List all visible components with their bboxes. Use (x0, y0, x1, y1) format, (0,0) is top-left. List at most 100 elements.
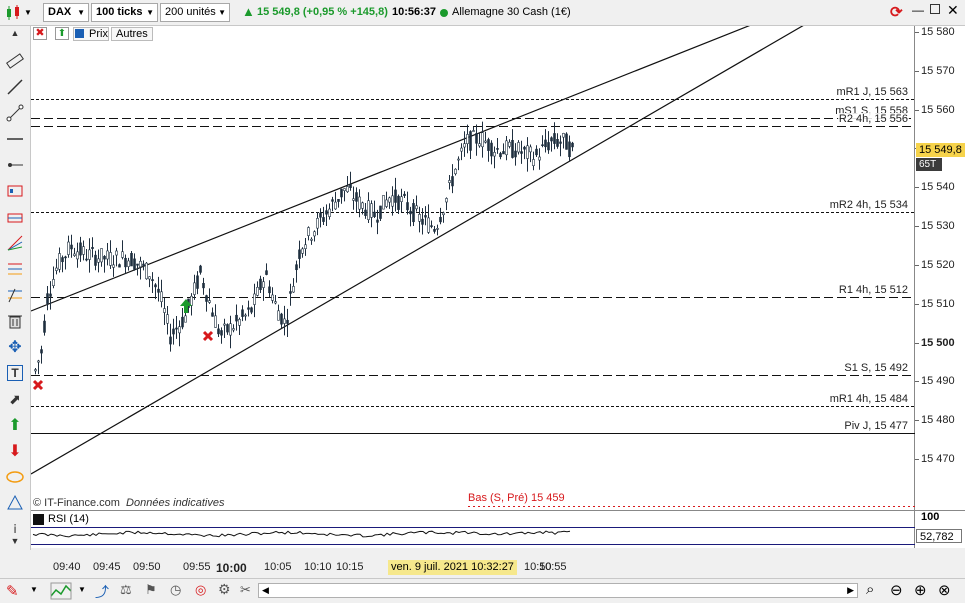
zoom-in-icon[interactable]: ⊕ (914, 581, 927, 599)
chevron-down-icon[interactable]: ▼ (78, 585, 86, 594)
close-icon[interactable]: ✕ (947, 2, 959, 19)
price-tick: 15 470 (915, 453, 955, 466)
triangle-tool-icon[interactable] (4, 492, 26, 514)
settings-icon[interactable]: ⚙ (218, 581, 231, 598)
rsi-value-tag: 52,782 (916, 529, 962, 543)
price-tick: 15 500 (915, 336, 955, 349)
rsi-line (32, 530, 571, 538)
candlestick-type-icon[interactable] (4, 4, 22, 22)
rectangle-tool-icon[interactable] (4, 206, 26, 228)
level-labels: mR1 J, 15 563 mS1 S, 15 558 R2 4h, 15 556 m… (31, 26, 915, 510)
minimize-icon[interactable]: — (912, 3, 924, 17)
time-tick: 09:45 (93, 561, 121, 573)
buy-arrow-icon[interactable]: ⬆ (4, 414, 26, 436)
price-axis[interactable]: 15 58015 57015 56015 55015 54015 53015 5… (915, 26, 965, 510)
scroll-left-icon[interactable]: ◀ (262, 585, 269, 596)
price-tick: 15 480 (915, 414, 955, 427)
ruler-icon[interactable] (4, 50, 26, 72)
wrench-icon[interactable]: ✂ (240, 582, 251, 598)
horizontal-scrollbar[interactable]: ◀ ▶ (258, 583, 858, 598)
chevron-down-icon: ▼ (218, 8, 226, 17)
time-tick: 09:55 (183, 561, 211, 573)
scroll-right-icon[interactable]: ▶ (847, 585, 854, 596)
up-arrow-icon: ▲ (242, 4, 255, 19)
zoom-reset-icon[interactable]: ⊗ (938, 581, 951, 599)
zoom-fit-icon[interactable]: ⌕ (866, 581, 874, 598)
line-tool-icon[interactable] (4, 76, 26, 98)
sell-arrow-icon[interactable]: ⬇ (4, 440, 26, 462)
rsi-top-value: 100 (921, 511, 940, 523)
time-tick: 09:50 (133, 561, 161, 573)
rsi-panel[interactable]: RSI (14) (31, 510, 915, 548)
price-tick: 15 490 (915, 375, 955, 388)
fibonacci-extension-icon[interactable] (4, 284, 26, 306)
units-select[interactable]: 200 unités ▼ (160, 3, 230, 22)
instrument-name: Allemagne 30 Cash (1€) (452, 6, 571, 18)
symbol-value: DAX (48, 6, 72, 18)
price-tick: 15 540 (915, 181, 955, 194)
clock-icon[interactable]: ◷ (170, 582, 181, 598)
ticks-select[interactable]: 100 ticks ▼ (91, 3, 158, 22)
chevron-down-icon[interactable]: ▼ (30, 585, 38, 594)
share-icon[interactable]: ⤴ (95, 582, 109, 602)
level-label: mR1 4h, 15 484 (828, 392, 909, 405)
chevron-down-icon: ▼ (77, 8, 85, 17)
status-dot-icon (440, 9, 448, 17)
chevron-up-icon[interactable]: ▲ (4, 26, 26, 40)
disclaimer-text: Données indicatives (126, 497, 225, 509)
copyright-text: © IT-Finance.com (33, 497, 120, 509)
segment-tool-icon[interactable] (4, 102, 26, 124)
refresh-icon[interactable]: ⟳ (890, 3, 903, 21)
ticks-value: 100 ticks (96, 6, 143, 18)
pencil-icon[interactable]: ✎ (6, 582, 19, 600)
price-tick: 15 520 (915, 258, 955, 271)
alert-icon[interactable]: ⚑ (145, 582, 157, 598)
indicator-chart-icon[interactable] (50, 582, 72, 603)
trash-icon[interactable] (4, 310, 26, 332)
arrow-tool-icon[interactable]: ⬈ (4, 388, 26, 410)
current-price-tag: 15 549,8 (916, 143, 965, 158)
compare-icon[interactable]: ⚖ (120, 582, 132, 598)
horizontal-ray-icon[interactable] (4, 154, 26, 176)
bar-countdown: 65T (916, 158, 942, 172)
chevron-down-icon[interactable]: ▼ (4, 534, 26, 548)
ellipse-tool-icon[interactable] (4, 466, 26, 488)
price-tick: 15 510 (915, 297, 955, 310)
cursor-time-tag: ven. 9 juil. 2021 10:32:27 (388, 560, 517, 575)
price-tick: 15 560 (915, 103, 955, 116)
zoom-out-icon[interactable]: ⊖ (890, 581, 903, 599)
copyright: © IT-Finance.com Données indicatives (33, 497, 224, 509)
level-label: Piv J, 15 477 (843, 419, 909, 432)
time-tick: 10:00 (216, 561, 247, 575)
time-tick: 10:10 (304, 561, 332, 573)
bottom-toolbar: ✎ ▼ ▼ ⤴ ⚖ ⚑ ◷ ◎ ⚙ ✂ ◀ ▶ ⌕ ⊖ ⊕ ⊗ (0, 578, 965, 602)
time-tick: 10:15 (336, 561, 364, 573)
target-icon[interactable]: ◎ (195, 582, 206, 598)
price-chart[interactable]: ✖ ⬆ Prix Autres mR1 J, 15 563 mS1 S, 15 5… (31, 26, 915, 510)
quote-change: 15 549,8 (+0,95 % +145,8) (257, 6, 388, 18)
units-value: 200 unités (165, 6, 216, 18)
fibonacci-retracement-icon[interactable] (4, 258, 26, 280)
chevron-down-icon: ▼ (146, 8, 154, 17)
time-tick: 09:40 (53, 561, 81, 573)
level-label: R1 4h, 15 512 (837, 283, 909, 296)
rsi-axis: 100 52,782 (915, 510, 965, 548)
move-icon[interactable]: ✥ (4, 336, 26, 358)
level-label: mR2 4h, 15 534 (828, 198, 909, 211)
symbol-select[interactable]: DAX ▼ (43, 3, 89, 22)
price-tick: 15 530 (915, 220, 955, 233)
price-tick: 15 580 (915, 26, 955, 38)
horizontal-line-icon[interactable] (4, 128, 26, 150)
channel-tool-icon[interactable] (4, 180, 26, 202)
level-label: mR1 J, 15 563 (835, 85, 909, 98)
level-label: S1 S, 15 492 (843, 361, 909, 374)
top-toolbar: ▼ DAX ▼ 100 ticks ▼ 200 unités ▼ ▲ 15 54… (0, 0, 965, 26)
fibonacci-fan-icon[interactable] (4, 232, 26, 254)
text-tool-icon[interactable]: T (4, 362, 26, 384)
maximize-icon[interactable] (930, 4, 940, 14)
rsi-plot (31, 527, 915, 545)
chevron-down-icon[interactable]: ▼ (24, 8, 32, 17)
drawing-toolbar: ▲ ✥ T ⬈ ⬆ ⬇ ⅰ ▼ (0, 26, 31, 550)
time-axis[interactable]: 09:40 09:45 09:50 09:55 10:00 10:05 10:10 10:15… (31, 558, 965, 578)
price-tick: 15 570 (915, 64, 955, 77)
